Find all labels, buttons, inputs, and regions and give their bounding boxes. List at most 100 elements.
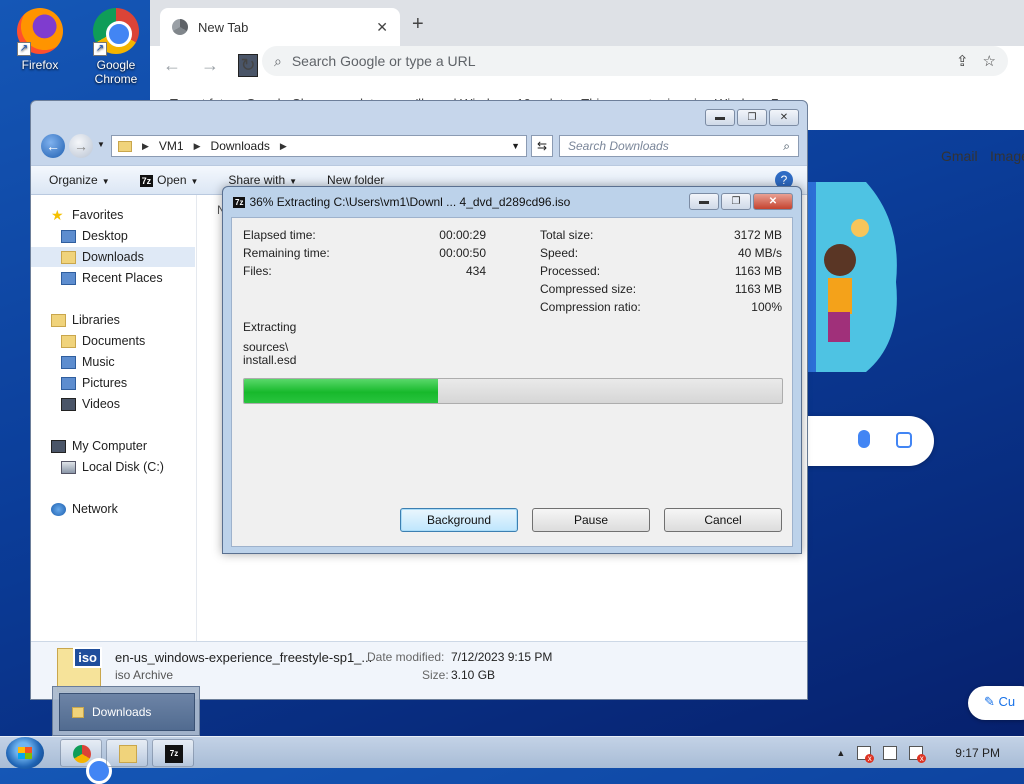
action-center-icon[interactable] (857, 746, 875, 763)
compressed-size-label: Compressed size: (540, 282, 637, 296)
nav-local-disk[interactable]: Local Disk (C:) (31, 457, 195, 477)
background-button[interactable]: Background (400, 508, 518, 532)
maximize-icon[interactable]: ❐ (721, 193, 751, 210)
close-tab-icon[interactable]: ✕ (376, 19, 388, 36)
new-folder-button[interactable]: New folder (327, 173, 384, 187)
desktop-icon-label: Firefox (21, 58, 59, 72)
open-menu[interactable]: 7z Open ▼ (139, 173, 198, 187)
minimize-icon[interactable]: ▬ (705, 109, 735, 126)
files-value: 434 (465, 264, 486, 278)
breadcrumb-arrow-icon[interactable]: ▶ (142, 141, 149, 152)
desktop-icon-chrome[interactable]: ↗ Google Chrome (78, 8, 154, 86)
nav-label: Favorites (72, 208, 124, 222)
customize-chrome-button[interactable]: ✎ Cu (968, 686, 1024, 720)
minimize-icon[interactable]: ▬ (689, 193, 719, 210)
nav-network[interactable]: Network (31, 499, 195, 519)
nav-pictures[interactable]: Pictures (31, 373, 195, 393)
breadcrumb-downloads[interactable]: Downloads (211, 139, 270, 153)
pause-button[interactable]: Pause (532, 508, 650, 532)
nav-documents[interactable]: Documents (31, 331, 195, 351)
chrome-tab-new-tab[interactable]: New Tab ✕ (160, 8, 400, 46)
bookmark-star-icon[interactable]: ☆ (983, 52, 996, 70)
omnibox-placeholder: Search Google or type a URL (291, 53, 476, 69)
nav-recent-places[interactable]: Recent Places (31, 268, 195, 288)
dialog-caption-buttons: ▬ ❐ ✕ (689, 193, 793, 210)
nav-music[interactable]: Music (31, 352, 195, 372)
start-button[interactable] (6, 737, 44, 769)
current-path-line1: sources\ (243, 340, 289, 354)
nav-my-computer[interactable]: My Computer (31, 436, 195, 456)
breadcrumb-vm1[interactable]: VM1 (159, 139, 184, 153)
address-dropdown-icon[interactable]: ▼ (511, 141, 520, 151)
network-tray-icon[interactable] (883, 746, 898, 760)
share-with-label: Share with (228, 173, 286, 187)
organize-menu[interactable]: Organize ▼ (49, 173, 110, 187)
search-placeholder: Search Downloads (568, 139, 669, 153)
details-size-label: Size: (422, 668, 449, 682)
nav-videos[interactable]: Videos (31, 394, 195, 414)
compression-ratio-label: Compression ratio: (540, 300, 641, 314)
nav-downloads[interactable]: Downloads (31, 247, 195, 267)
nav-label: Recent Places (82, 271, 163, 285)
explorer-search-input[interactable]: Search Downloads ⌕ (559, 135, 799, 157)
maximize-icon[interactable]: ❐ (737, 109, 767, 126)
nav-desktop[interactable]: Desktop (31, 226, 195, 246)
taskbar-popup-item[interactable]: Downloads (59, 693, 195, 731)
total-size-value: 3172 MB (733, 228, 782, 242)
close-icon[interactable]: ✕ (753, 193, 793, 210)
google-lens-icon[interactable] (896, 432, 912, 448)
new-tab-plus-icon[interactable]: + (412, 13, 424, 36)
gmail-link[interactable]: Gmail (941, 148, 978, 164)
details-file-type: iso Archive (115, 668, 174, 682)
taskbar-explorer[interactable] (106, 739, 148, 767)
search-icon[interactable]: ⌕ (783, 139, 790, 154)
taskbar-popup-label: Downloads (92, 705, 152, 719)
chrome-tab-strip: New Tab ✕ + (150, 0, 1024, 46)
elapsed-time-label: Elapsed time: (243, 228, 316, 242)
nav-favorites[interactable]: ★ Favorites (31, 205, 195, 225)
address-row: ← → ▼ ▶ VM1 ▶ Downloads ▶ ▼ ⇆ Search Dow… (37, 133, 803, 159)
extract-progress-dialog: 7z 36% Extracting C:\Users\vm1\Downl ...… (222, 186, 802, 554)
desktop-icon-firefox[interactable]: ↗ Firefox (2, 8, 78, 72)
back-forward: ← → ▼ (41, 133, 105, 159)
images-link[interactable]: Image (990, 148, 1024, 164)
compressed-size-value: 1163 MB (734, 282, 782, 296)
nav-label: Music (82, 355, 115, 369)
google-doodle-image[interactable] (806, 182, 902, 372)
share-icon[interactable]: ⇪ (956, 52, 969, 70)
nav-libraries[interactable]: Libraries (31, 310, 195, 330)
chrome-icon (73, 745, 112, 784)
volume-icon[interactable] (909, 746, 927, 763)
clock[interactable]: 9:17 PM (955, 746, 1000, 760)
taskbar-thumbnail-popup[interactable]: Downloads (52, 686, 200, 736)
desktop-icon (61, 229, 76, 243)
microphone-icon[interactable] (858, 430, 870, 448)
back-arrow-icon[interactable]: ← (162, 55, 182, 76)
close-icon[interactable]: ✕ (769, 109, 799, 126)
back-arrow-icon[interactable]: ← (41, 134, 65, 158)
7zip-icon: 7z (139, 175, 154, 187)
address-bar[interactable]: ▶ VM1 ▶ Downloads ▶ ▼ (111, 135, 527, 157)
dialog-client: Elapsed time: 00:00:29 Remaining time: 0… (231, 217, 793, 547)
omnibox[interactable]: ⌕ Search Google or type a URL ⇪ ☆ (262, 46, 1008, 76)
reload-icon[interactable]: ↻ (238, 53, 258, 77)
remaining-time-value: 00:00:50 (439, 246, 486, 260)
forward-arrow-icon[interactable]: → (69, 134, 93, 158)
taskbar-7zip[interactable]: 7z (152, 739, 194, 767)
pictures-icon (61, 376, 76, 390)
show-hidden-icons-icon[interactable]: ▲ (836, 748, 845, 758)
share-with-menu[interactable]: Share with ▼ (228, 173, 297, 187)
breadcrumb-arrow-icon[interactable]: ▶ (194, 141, 201, 152)
nav-label: Videos (82, 397, 120, 411)
drive-icon (61, 460, 76, 474)
history-dropdown-icon[interactable]: ▼ (97, 140, 105, 149)
cancel-button[interactable]: Cancel (664, 508, 782, 532)
refresh-icon[interactable]: ⇆ (531, 135, 553, 157)
google-searchbox-edge[interactable] (800, 416, 934, 466)
star-icon: ★ (51, 206, 64, 223)
7zip-icon: 7z (233, 196, 246, 208)
details-file-name: en-us_windows-experience_freestyle-sp1_.… (115, 650, 373, 665)
taskbar-chrome[interactable] (60, 739, 112, 784)
breadcrumb-arrow-icon[interactable]: ▶ (280, 141, 287, 152)
forward-arrow-icon[interactable]: → (200, 55, 220, 76)
